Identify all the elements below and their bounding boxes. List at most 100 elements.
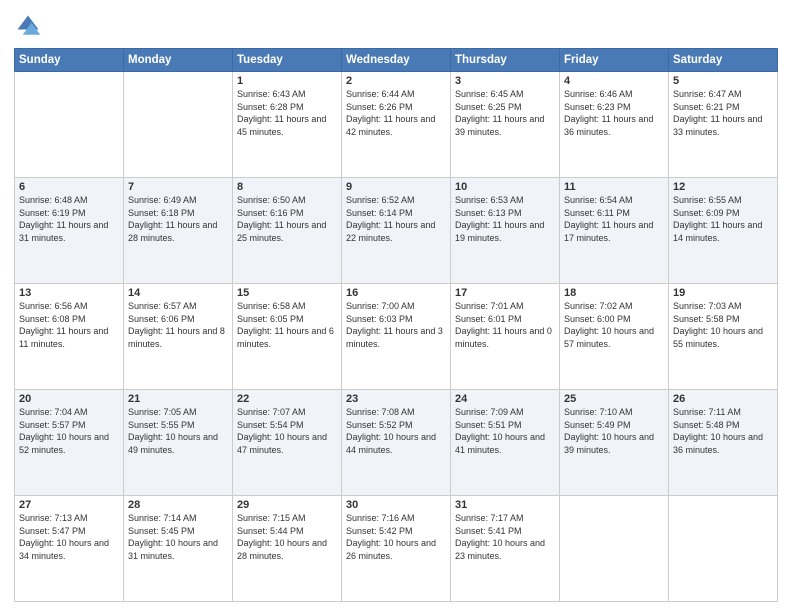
calendar-cell: 6Sunrise: 6:48 AM Sunset: 6:19 PM Daylig…	[15, 178, 124, 284]
day-number: 21	[128, 393, 228, 405]
day-info: Sunrise: 6:53 AM Sunset: 6:13 PM Dayligh…	[455, 194, 555, 244]
day-number: 1	[237, 75, 337, 87]
calendar-cell: 2Sunrise: 6:44 AM Sunset: 6:26 PM Daylig…	[342, 72, 451, 178]
calendar-cell: 4Sunrise: 6:46 AM Sunset: 6:23 PM Daylig…	[560, 72, 669, 178]
weekday-header-row: SundayMondayTuesdayWednesdayThursdayFrid…	[15, 49, 778, 72]
calendar-cell: 16Sunrise: 7:00 AM Sunset: 6:03 PM Dayli…	[342, 284, 451, 390]
day-info: Sunrise: 7:11 AM Sunset: 5:48 PM Dayligh…	[673, 406, 773, 456]
calendar-cell: 17Sunrise: 7:01 AM Sunset: 6:01 PM Dayli…	[451, 284, 560, 390]
calendar-week-row: 27Sunrise: 7:13 AM Sunset: 5:47 PM Dayli…	[15, 496, 778, 602]
day-info: Sunrise: 6:44 AM Sunset: 6:26 PM Dayligh…	[346, 88, 446, 138]
day-number: 31	[455, 499, 555, 511]
day-info: Sunrise: 7:05 AM Sunset: 5:55 PM Dayligh…	[128, 406, 228, 456]
calendar-cell: 11Sunrise: 6:54 AM Sunset: 6:11 PM Dayli…	[560, 178, 669, 284]
day-number: 2	[346, 75, 446, 87]
calendar-cell: 26Sunrise: 7:11 AM Sunset: 5:48 PM Dayli…	[669, 390, 778, 496]
day-info: Sunrise: 7:16 AM Sunset: 5:42 PM Dayligh…	[346, 512, 446, 562]
calendar-cell: 13Sunrise: 6:56 AM Sunset: 6:08 PM Dayli…	[15, 284, 124, 390]
day-number: 24	[455, 393, 555, 405]
day-info: Sunrise: 7:13 AM Sunset: 5:47 PM Dayligh…	[19, 512, 119, 562]
calendar-cell: 24Sunrise: 7:09 AM Sunset: 5:51 PM Dayli…	[451, 390, 560, 496]
day-info: Sunrise: 6:49 AM Sunset: 6:18 PM Dayligh…	[128, 194, 228, 244]
day-number: 13	[19, 287, 119, 299]
day-info: Sunrise: 6:58 AM Sunset: 6:05 PM Dayligh…	[237, 300, 337, 350]
day-number: 22	[237, 393, 337, 405]
day-number: 23	[346, 393, 446, 405]
calendar-cell: 1Sunrise: 6:43 AM Sunset: 6:28 PM Daylig…	[233, 72, 342, 178]
day-number: 3	[455, 75, 555, 87]
day-info: Sunrise: 7:09 AM Sunset: 5:51 PM Dayligh…	[455, 406, 555, 456]
day-number: 30	[346, 499, 446, 511]
day-number: 4	[564, 75, 664, 87]
day-number: 8	[237, 181, 337, 193]
calendar-week-row: 6Sunrise: 6:48 AM Sunset: 6:19 PM Daylig…	[15, 178, 778, 284]
day-number: 19	[673, 287, 773, 299]
calendar-cell: 15Sunrise: 6:58 AM Sunset: 6:05 PM Dayli…	[233, 284, 342, 390]
calendar-cell: 10Sunrise: 6:53 AM Sunset: 6:13 PM Dayli…	[451, 178, 560, 284]
calendar-cell: 12Sunrise: 6:55 AM Sunset: 6:09 PM Dayli…	[669, 178, 778, 284]
calendar-cell: 28Sunrise: 7:14 AM Sunset: 5:45 PM Dayli…	[124, 496, 233, 602]
day-info: Sunrise: 7:08 AM Sunset: 5:52 PM Dayligh…	[346, 406, 446, 456]
day-number: 9	[346, 181, 446, 193]
day-info: Sunrise: 7:04 AM Sunset: 5:57 PM Dayligh…	[19, 406, 119, 456]
day-number: 29	[237, 499, 337, 511]
day-info: Sunrise: 7:01 AM Sunset: 6:01 PM Dayligh…	[455, 300, 555, 350]
day-info: Sunrise: 6:50 AM Sunset: 6:16 PM Dayligh…	[237, 194, 337, 244]
calendar-cell: 9Sunrise: 6:52 AM Sunset: 6:14 PM Daylig…	[342, 178, 451, 284]
calendar-cell: 18Sunrise: 7:02 AM Sunset: 6:00 PM Dayli…	[560, 284, 669, 390]
calendar-cell: 31Sunrise: 7:17 AM Sunset: 5:41 PM Dayli…	[451, 496, 560, 602]
weekday-header-sunday: Sunday	[15, 49, 124, 72]
day-info: Sunrise: 6:48 AM Sunset: 6:19 PM Dayligh…	[19, 194, 119, 244]
day-number: 17	[455, 287, 555, 299]
calendar-cell	[669, 496, 778, 602]
calendar-cell: 22Sunrise: 7:07 AM Sunset: 5:54 PM Dayli…	[233, 390, 342, 496]
calendar-cell: 30Sunrise: 7:16 AM Sunset: 5:42 PM Dayli…	[342, 496, 451, 602]
calendar-cell: 29Sunrise: 7:15 AM Sunset: 5:44 PM Dayli…	[233, 496, 342, 602]
calendar-cell: 3Sunrise: 6:45 AM Sunset: 6:25 PM Daylig…	[451, 72, 560, 178]
day-info: Sunrise: 7:10 AM Sunset: 5:49 PM Dayligh…	[564, 406, 664, 456]
weekday-header-tuesday: Tuesday	[233, 49, 342, 72]
day-number: 27	[19, 499, 119, 511]
day-number: 18	[564, 287, 664, 299]
calendar-cell: 21Sunrise: 7:05 AM Sunset: 5:55 PM Dayli…	[124, 390, 233, 496]
weekday-header-monday: Monday	[124, 49, 233, 72]
day-number: 26	[673, 393, 773, 405]
calendar-cell	[15, 72, 124, 178]
day-info: Sunrise: 7:00 AM Sunset: 6:03 PM Dayligh…	[346, 300, 446, 350]
calendar-week-row: 1Sunrise: 6:43 AM Sunset: 6:28 PM Daylig…	[15, 72, 778, 178]
calendar-table: SundayMondayTuesdayWednesdayThursdayFrid…	[14, 48, 778, 602]
weekday-header-friday: Friday	[560, 49, 669, 72]
day-number: 7	[128, 181, 228, 193]
day-number: 6	[19, 181, 119, 193]
day-info: Sunrise: 7:14 AM Sunset: 5:45 PM Dayligh…	[128, 512, 228, 562]
calendar-cell: 7Sunrise: 6:49 AM Sunset: 6:18 PM Daylig…	[124, 178, 233, 284]
day-info: Sunrise: 6:54 AM Sunset: 6:11 PM Dayligh…	[564, 194, 664, 244]
calendar-cell: 5Sunrise: 6:47 AM Sunset: 6:21 PM Daylig…	[669, 72, 778, 178]
calendar-cell: 27Sunrise: 7:13 AM Sunset: 5:47 PM Dayli…	[15, 496, 124, 602]
day-info: Sunrise: 6:46 AM Sunset: 6:23 PM Dayligh…	[564, 88, 664, 138]
calendar-cell: 19Sunrise: 7:03 AM Sunset: 5:58 PM Dayli…	[669, 284, 778, 390]
day-info: Sunrise: 7:02 AM Sunset: 6:00 PM Dayligh…	[564, 300, 664, 350]
weekday-header-wednesday: Wednesday	[342, 49, 451, 72]
day-number: 14	[128, 287, 228, 299]
day-info: Sunrise: 6:56 AM Sunset: 6:08 PM Dayligh…	[19, 300, 119, 350]
weekday-header-thursday: Thursday	[451, 49, 560, 72]
weekday-header-saturday: Saturday	[669, 49, 778, 72]
calendar-cell: 14Sunrise: 6:57 AM Sunset: 6:06 PM Dayli…	[124, 284, 233, 390]
day-info: Sunrise: 6:43 AM Sunset: 6:28 PM Dayligh…	[237, 88, 337, 138]
day-number: 16	[346, 287, 446, 299]
calendar-cell: 20Sunrise: 7:04 AM Sunset: 5:57 PM Dayli…	[15, 390, 124, 496]
calendar-cell: 23Sunrise: 7:08 AM Sunset: 5:52 PM Dayli…	[342, 390, 451, 496]
calendar-week-row: 20Sunrise: 7:04 AM Sunset: 5:57 PM Dayli…	[15, 390, 778, 496]
page: SundayMondayTuesdayWednesdayThursdayFrid…	[0, 0, 792, 612]
day-number: 12	[673, 181, 773, 193]
day-info: Sunrise: 6:47 AM Sunset: 6:21 PM Dayligh…	[673, 88, 773, 138]
day-info: Sunrise: 7:15 AM Sunset: 5:44 PM Dayligh…	[237, 512, 337, 562]
calendar-cell: 25Sunrise: 7:10 AM Sunset: 5:49 PM Dayli…	[560, 390, 669, 496]
day-info: Sunrise: 6:52 AM Sunset: 6:14 PM Dayligh…	[346, 194, 446, 244]
day-info: Sunrise: 6:55 AM Sunset: 6:09 PM Dayligh…	[673, 194, 773, 244]
calendar-cell: 8Sunrise: 6:50 AM Sunset: 6:16 PM Daylig…	[233, 178, 342, 284]
day-number: 10	[455, 181, 555, 193]
logo	[14, 12, 46, 40]
calendar-cell	[124, 72, 233, 178]
